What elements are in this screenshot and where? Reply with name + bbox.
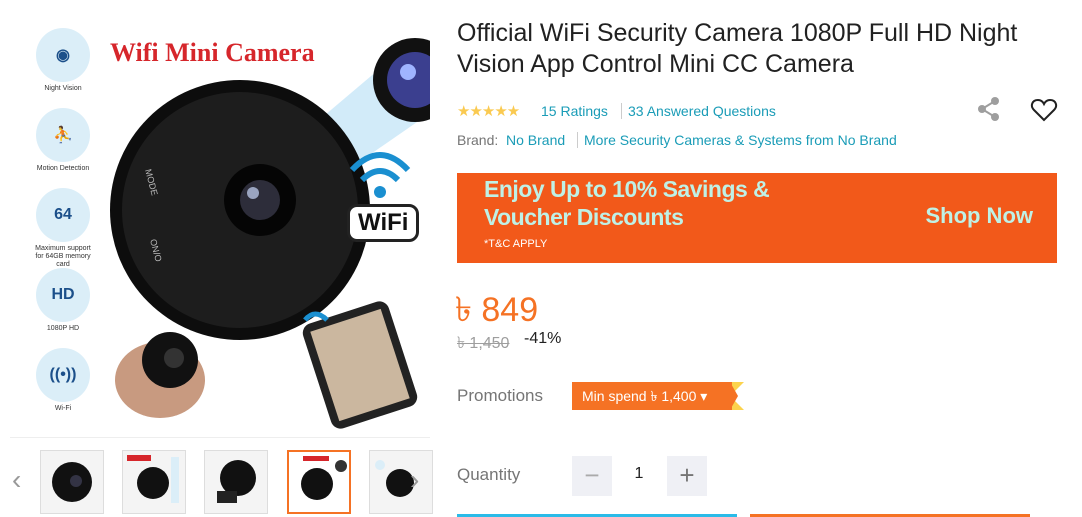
promo-chip-arrow <box>730 382 738 410</box>
thumbnail-camera-image <box>375 460 414 497</box>
ratings-link[interactable]: 15 Ratings <box>541 103 608 119</box>
quantity-label: Quantity <box>457 465 521 484</box>
feature-motion: ⛹ Motion Detection <box>32 108 94 173</box>
thumbnail-next-button[interactable]: › <box>410 464 419 496</box>
thumbnail-camera-image <box>289 452 349 512</box>
feature-hd: HD 1080P HD <box>32 268 94 333</box>
thumbnail-camera-image <box>127 455 179 503</box>
wifi-signal-icon: ((•)) <box>36 348 90 402</box>
thumbnail-prev-button[interactable]: ‹ <box>12 464 21 496</box>
motion-detection-icon: ⛹ <box>36 108 90 162</box>
share-icon[interactable] <box>976 96 1002 127</box>
hd-icon: HD <box>36 268 90 322</box>
feature-night-vision: ◉ Night Vision <box>32 28 94 93</box>
banner-terms: *T&C APPLY <box>484 238 548 250</box>
product-title: Official WiFi Security Camera 1080P Full… <box>457 19 1018 78</box>
eye-icon: ◉ <box>36 28 90 82</box>
quantity-increase-button[interactable]: + <box>667 456 707 496</box>
quantity-decrease-button[interactable]: − <box>572 456 612 496</box>
brand-label: Brand: <box>457 132 499 148</box>
promotions-label: Promotions <box>457 386 543 405</box>
main-product-image[interactable]: Wifi Mini Camera ◉ Night Vision ⛹ Motion… <box>10 0 430 436</box>
thumbnail-4-selected[interactable] <box>287 450 351 514</box>
discount-percent: -41% <box>524 330 562 347</box>
promo-banner[interactable]: Enjoy Up to 10% Savings & Voucher Discou… <box>457 173 1057 263</box>
thumbnail-3[interactable] <box>204 450 268 514</box>
shop-now-button[interactable]: Shop Now <box>925 203 1033 229</box>
wifi-badge: WiFi <box>347 204 420 242</box>
thumbnail-camera-image <box>217 460 256 503</box>
banner-line-1: Enjoy Up to 10% Savings & <box>484 176 770 202</box>
thumbnail-camera-image <box>52 462 92 502</box>
quantity-value[interactable]: 1 <box>622 465 656 483</box>
separator <box>621 103 622 119</box>
thumbnail-1[interactable] <box>40 450 104 514</box>
answered-questions-link[interactable]: 33 Answered Questions <box>628 103 776 119</box>
thumbnail-2[interactable] <box>122 450 186 514</box>
banner-line-2: Voucher Discounts <box>484 204 684 230</box>
rating-stars-icon: ★★★★★ <box>457 103 520 120</box>
feature-wifi: ((•)) Wi-Fi <box>32 348 94 413</box>
original-price: ৳ 1,450 <box>457 335 510 352</box>
feature-memory: 64 Maximum support for 64GB memory card <box>32 188 94 269</box>
thumbnail-5[interactable] <box>369 450 433 514</box>
separator <box>577 132 578 148</box>
gallery-divider <box>10 437 430 438</box>
promotion-chip-dropdown[interactable]: Min spend ৳ 1,400 ▾ <box>572 382 732 410</box>
more-from-brand-link[interactable]: More Security Cameras & Systems from No … <box>584 132 897 148</box>
brand-link[interactable]: No Brand <box>506 132 565 148</box>
wishlist-heart-icon[interactable] <box>1030 96 1058 129</box>
memory-card-icon: 64 <box>36 188 90 242</box>
